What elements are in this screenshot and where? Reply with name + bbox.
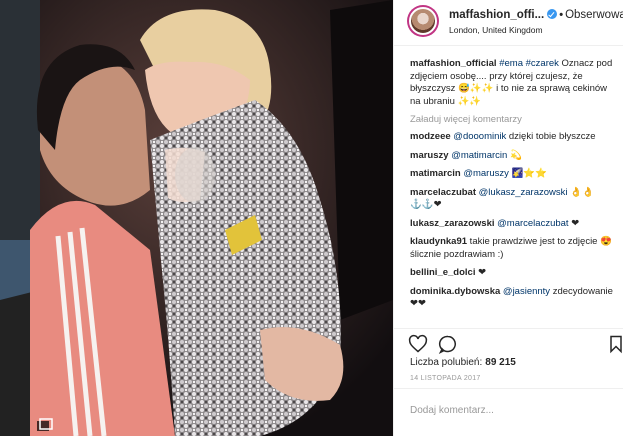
multiple-photos-icon xyxy=(37,418,53,431)
bookmark-icon[interactable] xyxy=(606,334,623,354)
photo-illustration xyxy=(0,0,393,436)
post-date: 14 LISTOPADA 2017 xyxy=(410,375,481,382)
post-header: maffashion_offi... •Obserwowani London, U… xyxy=(394,0,623,46)
caption-hashtags[interactable]: #ema #czarek xyxy=(499,58,559,69)
comment-item: lukasz_zarazowski @marcelaczubat ❤ xyxy=(410,218,616,231)
username-link[interactable]: maffashion_offi... xyxy=(449,9,544,21)
avatar[interactable] xyxy=(407,5,439,37)
likes-number: 89 215 xyxy=(485,357,516,368)
likes-count[interactable]: Liczba polubień: 89 215 xyxy=(410,357,516,368)
comment-item: klaudynka91 takie prawdziwe jest to zdję… xyxy=(410,236,616,261)
comment-mention[interactable]: @lukasz_zarazowski xyxy=(479,187,568,198)
comment-username[interactable]: bellini_e_dolci xyxy=(410,267,475,278)
add-comment-input[interactable]: Dodaj komentarz... xyxy=(410,405,494,416)
likes-label: Liczba polubień: xyxy=(410,357,483,368)
comment-item: dominika.dybowska @jasiennty zdecydowani… xyxy=(410,286,616,311)
follow-status-button[interactable]: Obserwowani xyxy=(565,9,623,21)
comment-item: matimarcin @maruszy 🌠⭐⭐ xyxy=(410,168,616,181)
comment-username[interactable]: modzeee xyxy=(410,131,451,142)
instagram-post-frame: maffashion_offi... •Obserwowani London, U… xyxy=(0,0,623,436)
comment-item: maruszy @matimarcin 💫 xyxy=(410,150,616,163)
comment-text: ❤ xyxy=(475,267,487,278)
verified-badge-icon xyxy=(547,9,558,19)
comment-mention[interactable]: @dooominik xyxy=(453,131,506,142)
comment-mention[interactable]: @jasiennty xyxy=(503,286,550,297)
comment-item: marcelaczubat @lukasz_zarazowski 👌👌 ⚓⚓❤ xyxy=(410,187,616,212)
comments-list: maffashion_official #ema #czarek Oznacz … xyxy=(394,46,623,326)
comment-username[interactable]: dominika.dybowska xyxy=(410,286,500,297)
comment-username[interactable]: klaudynka91 xyxy=(410,236,467,247)
post-caption: maffashion_official #ema #czarek Oznacz … xyxy=(410,58,616,108)
comment-username[interactable]: matimarcin xyxy=(410,168,461,179)
post-side-panel: maffashion_offi... •Obserwowani London, U… xyxy=(393,0,623,436)
comment-text: 💫 xyxy=(507,149,522,161)
load-more-comments-link[interactable]: Załaduj więcej komentarzy xyxy=(410,114,616,125)
comment-mention[interactable]: @matimarcin xyxy=(451,150,507,161)
caption-username[interactable]: maffashion_official xyxy=(410,58,497,69)
comment-username[interactable]: marcelaczubat xyxy=(410,187,476,198)
comment-text: ❤ xyxy=(568,217,580,229)
comment-item: bellini_e_dolci ❤ xyxy=(410,267,616,280)
comment-icon[interactable] xyxy=(438,334,458,354)
comment-mention[interactable]: @marcelaczubat xyxy=(497,218,568,229)
add-comment-area: Dodaj komentarz... xyxy=(394,388,623,436)
location-link[interactable]: London, United Kingdom xyxy=(449,25,543,35)
heart-icon[interactable] xyxy=(408,334,428,354)
comment-text: dzięki tobie błyszcze xyxy=(506,131,596,142)
header-username-row: maffashion_offi... •Obserwowani xyxy=(449,9,623,21)
post-photo[interactable] xyxy=(0,0,393,436)
comment-text: 🌠⭐⭐ xyxy=(508,168,548,179)
post-actions-bar xyxy=(394,328,623,358)
comment-username[interactable]: lukasz_zarazowski xyxy=(410,218,495,229)
separator-dot: • xyxy=(559,9,564,21)
comment-username[interactable]: maruszy xyxy=(410,150,449,161)
comment-mention[interactable]: @maruszy xyxy=(463,168,509,179)
comment-item: modzeee @dooominik dzięki tobie błyszcze xyxy=(410,131,616,144)
